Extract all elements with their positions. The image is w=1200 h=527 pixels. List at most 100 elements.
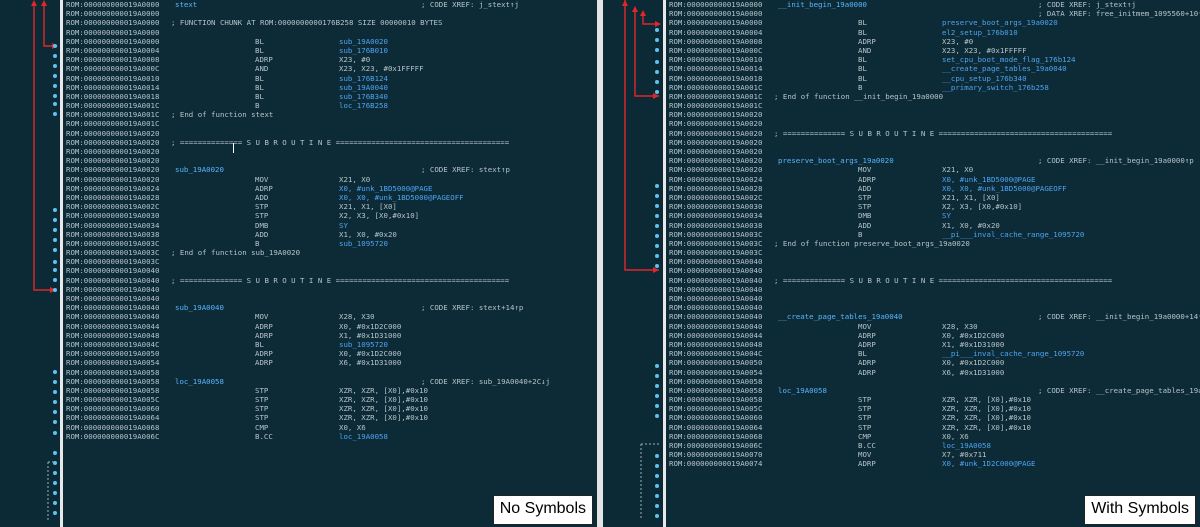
listing-line[interactable]: ROM:000000000019A0020 MOV X21, X0 xyxy=(63,175,597,184)
listing-line[interactable]: ROM:000000000019A0068 CMP X0, X6 xyxy=(666,432,1200,441)
listing-line[interactable]: ROM:000000000019A0064 STP XZR, XZR, [X0],#… xyxy=(666,423,1200,432)
symbol-label[interactable]: preserve_boot_args_19a0020 xyxy=(778,156,894,165)
xref-comment[interactable]: ; CODE XREF: j_stext↑j xyxy=(421,0,519,9)
listing-line[interactable]: ROM:000000000019A0058 xyxy=(666,377,1200,386)
operand-reference[interactable]: sub_176B340 xyxy=(339,92,388,101)
listing-line[interactable]: ROM:000000000019A0000 ; DATA XREF: free_i… xyxy=(666,9,1200,18)
listing-line[interactable]: ROM:000000000019A0050 ADRP X0, #0x1D2C000 xyxy=(63,349,597,358)
operand-reference[interactable]: __pi___inval_cache_range_1095720 xyxy=(942,349,1084,358)
listing-line[interactable]: ROM:000000000019A0040 MOV X28, X30 xyxy=(666,322,1200,331)
operand-reference[interactable]: SY xyxy=(339,221,348,230)
operand-reference[interactable]: X0, X0, #unk_1BD5000@PAGEOFF xyxy=(942,184,1067,193)
symbol-label[interactable]: __create_page_tables_19a0040 xyxy=(778,312,903,321)
listing-line[interactable]: ROM:000000000019A0000 xyxy=(63,28,597,37)
operand-reference[interactable]: sub_19A0020 xyxy=(339,37,388,46)
listing-line[interactable]: ROM:000000000019A0040 xyxy=(63,294,597,303)
listing-line[interactable]: ROM:000000000019A0040 xyxy=(666,294,1200,303)
listing-line[interactable]: ROM:000000000019A0040 xyxy=(666,257,1200,266)
symbol-label[interactable]: loc_19A0058 xyxy=(778,386,827,395)
listing-line[interactable]: ROM:000000000019A0044 ADRP X0, #0x1D2C000 xyxy=(63,322,597,331)
operand-reference[interactable]: __primary_switch_176b258 xyxy=(942,83,1049,92)
symbol-label[interactable]: sub_19A0040 xyxy=(175,303,224,312)
operand-reference[interactable]: SY xyxy=(942,211,951,220)
listing-line[interactable]: ROM:000000000019A003C ; End of function p… xyxy=(666,239,1200,248)
listing-line[interactable]: ROM:000000000019A001C ; End of function s… xyxy=(63,110,597,119)
listing-line[interactable]: ROM:000000000019A0034 DMB SY xyxy=(666,211,1200,220)
listing-line[interactable]: ROM:000000000019A0020 xyxy=(63,147,597,156)
listing-line[interactable]: ROM:000000000019A003C Bsub_1095720 xyxy=(63,239,597,248)
listing-line[interactable]: ROM:000000000019A0050 ADRP X0, #0x1D2C000 xyxy=(666,358,1200,367)
listing-line[interactable]: ROM:000000000019A0054 ADRP X6, #0x1D31000 xyxy=(666,368,1200,377)
operand-reference[interactable]: __cpu_setup_176b340 xyxy=(942,74,1027,83)
operand-reference[interactable]: loc_19A0058 xyxy=(942,441,991,450)
listing-line[interactable]: ROM:000000000019A0038 ADD X1, X0, #0x20 xyxy=(666,221,1200,230)
listing-line[interactable]: ROM:000000000019A0064 STP XZR, XZR, [X0],#… xyxy=(63,413,597,422)
listing-line[interactable]: ROM:000000000019A0014 BL __create_page_tab… xyxy=(666,64,1200,73)
listing-line[interactable]: ROM:000000000019A006C B.CC loc_19A0058 xyxy=(63,432,597,441)
listing-line[interactable]: ROM:000000000019A0020 xyxy=(666,147,1200,156)
listing-line[interactable]: ROM:000000000019A0020 ; ============== S … xyxy=(63,138,597,147)
xref-comment[interactable]: ; CODE XREF: __create_page_tables_19a004… xyxy=(1038,386,1200,395)
listing-line[interactable]: ROM:000000000019A0004 BL el2_setup_176b010 xyxy=(666,28,1200,37)
operand-reference[interactable]: set_cpu_boot_mode_flag_176b124 xyxy=(942,55,1076,64)
listing-line[interactable]: ROM:000000000019A0010 BL sub_176B124 xyxy=(63,74,597,83)
listing-line[interactable]: ROM:000000000019A0060 STP XZR, XZR, [X0],#… xyxy=(63,404,597,413)
listing-line[interactable]: ROM:000000000019A0018 BL sub_176B340 xyxy=(63,92,597,101)
listing-line[interactable]: ROM:000000000019A0068 CMP X0, X6 xyxy=(63,423,597,432)
symbol-label[interactable]: loc_19A0058 xyxy=(175,377,224,386)
listing-line[interactable]: ROM:000000000019A0058 STP XZR, XZR, [X0],#… xyxy=(666,395,1200,404)
listing-line[interactable]: ROM:000000000019A0020 sub_19A0020 ; CODE X… xyxy=(63,165,597,174)
listing-line[interactable]: ROM:000000000019A0040 __create_page_table… xyxy=(666,312,1200,321)
listing-line[interactable]: ROM:000000000019A0040 MOV X28, X30 xyxy=(63,312,597,321)
listing-line[interactable]: ROM:000000000019A0048 ADRP X1, #0x1D31000 xyxy=(63,331,597,340)
symbol-label[interactable]: stext xyxy=(175,0,197,9)
listing-line[interactable]: ROM:000000000019A0034 DMB SY xyxy=(63,221,597,230)
listing-line[interactable]: ROM:000000000019A0028 ADD X0, X0, #unk_1BD… xyxy=(666,184,1200,193)
listing-line[interactable]: ROM:000000000019A0010 BL set_cpu_boot_mode… xyxy=(666,55,1200,64)
disassembly-pane-no-symbols[interactable]: ROM:000000000019A0000 stext ; CODE XREF: j… xyxy=(0,0,597,527)
listing-line[interactable]: ROM:000000000019A0000 xyxy=(63,9,597,18)
listing-line[interactable]: ROM:000000000019A0048 ADRP X1, #0x1D31000 xyxy=(666,340,1200,349)
xref-comment[interactable]: ; CODE XREF: sub_19A0040+2C↓j xyxy=(421,377,550,386)
listing-line[interactable]: ROM:000000000019A001C B __primary_switch_1… xyxy=(666,83,1200,92)
listing-line[interactable]: ROM:000000000019A0070 MOV X7, #0x711 xyxy=(666,450,1200,459)
operand-reference[interactable]: X0, #unk_1BD5000@PAGE xyxy=(942,175,1035,184)
listing-line[interactable]: ROM:000000000019A0020 preserve_boot_args_… xyxy=(666,156,1200,165)
listing-line[interactable]: ROM:000000000019A000C AND X23, X23, #0x1FF… xyxy=(666,46,1200,55)
listing-line[interactable]: ROM:000000000019A0024 ADRP X0, #unk_1BD500… xyxy=(666,175,1200,184)
listing-line[interactable]: ROM:000000000019A0058 loc_19A0058 ; CODE X… xyxy=(666,386,1200,395)
listing-line[interactable]: ROM:000000000019A0040 xyxy=(666,285,1200,294)
listing-line[interactable]: ROM:000000000019A001C ; End of function _… xyxy=(666,92,1200,101)
listing-line[interactable]: ROM:000000000019A0058 STP XZR, XZR, [X0],#… xyxy=(63,386,597,395)
listing-line[interactable]: ROM:000000000019A0020 xyxy=(666,110,1200,119)
listing-line[interactable]: ROM:000000000019A0060 STP XZR, XZR, [X0],#… xyxy=(666,413,1200,422)
listing-line[interactable]: ROM:000000000019A003C xyxy=(63,257,597,266)
listing-line[interactable]: ROM:000000000019A0014 BL sub_19A0040 xyxy=(63,83,597,92)
listing-line[interactable]: ROM:000000000019A003C ; End of function s… xyxy=(63,248,597,257)
listing-line[interactable]: ROM:000000000019A005C STP XZR, XZR, [X0],#… xyxy=(63,395,597,404)
disassembly-pane-with-symbols[interactable]: ROM:000000000019A0000 __init_begin_19a000… xyxy=(603,0,1200,527)
operand-reference[interactable]: sub_1095720 xyxy=(339,340,388,349)
listing-line[interactable]: ROM:000000000019A0054 ADRP X6, #0x1D31000 xyxy=(63,358,597,367)
listing-line[interactable]: ROM:000000000019A0000 BL preserve_boot_arg… xyxy=(666,18,1200,27)
operand-reference[interactable]: loc_176B258 xyxy=(339,101,388,110)
xref-comment[interactable]: ; CODE XREF: j_stext↑j xyxy=(1038,0,1136,9)
operand-reference[interactable]: __create_page_tables_19a0040 xyxy=(942,64,1067,73)
operand-reference[interactable]: sub_19A0040 xyxy=(339,83,388,92)
listing-line[interactable]: ROM:000000000019A003C B __pi___inval_cache… xyxy=(666,230,1200,239)
operand-reference[interactable]: sub_1095720 xyxy=(339,239,388,248)
xref-comment[interactable]: ; CODE XREF: __init_begin_19a0000↑p xyxy=(1038,156,1194,165)
xref-comment[interactable]: ; CODE XREF: __init_begin_19a0000+14↑p xyxy=(1038,312,1200,321)
symbol-label[interactable]: sub_19A0020 xyxy=(175,165,224,174)
listing-line[interactable]: ROM:000000000019A000C AND X23, X23, #0x1FF… xyxy=(63,64,597,73)
listing-line[interactable]: ROM:000000000019A0000 stext ; CODE XREF: j… xyxy=(63,0,597,9)
operand-reference[interactable]: sub_176B010 xyxy=(339,46,388,55)
listing-line[interactable]: ROM:000000000019A0040 xyxy=(666,303,1200,312)
disassembly-listing[interactable]: ROM:000000000019A0000 __init_begin_19a000… xyxy=(663,0,1200,527)
listing-line[interactable]: ROM:000000000019A0030 STP X2, X3, [X0,#0x1… xyxy=(63,211,597,220)
listing-line[interactable]: ROM:000000000019A003C xyxy=(666,248,1200,257)
listing-line[interactable]: ROM:000000000019A005C STP XZR, XZR, [X0],#… xyxy=(666,404,1200,413)
operand-reference[interactable]: X0, #unk_1BD5000@PAGE xyxy=(339,184,432,193)
listing-line[interactable]: ROM:000000000019A0058 xyxy=(63,368,597,377)
listing-line[interactable]: ROM:000000000019A0020 xyxy=(63,129,597,138)
